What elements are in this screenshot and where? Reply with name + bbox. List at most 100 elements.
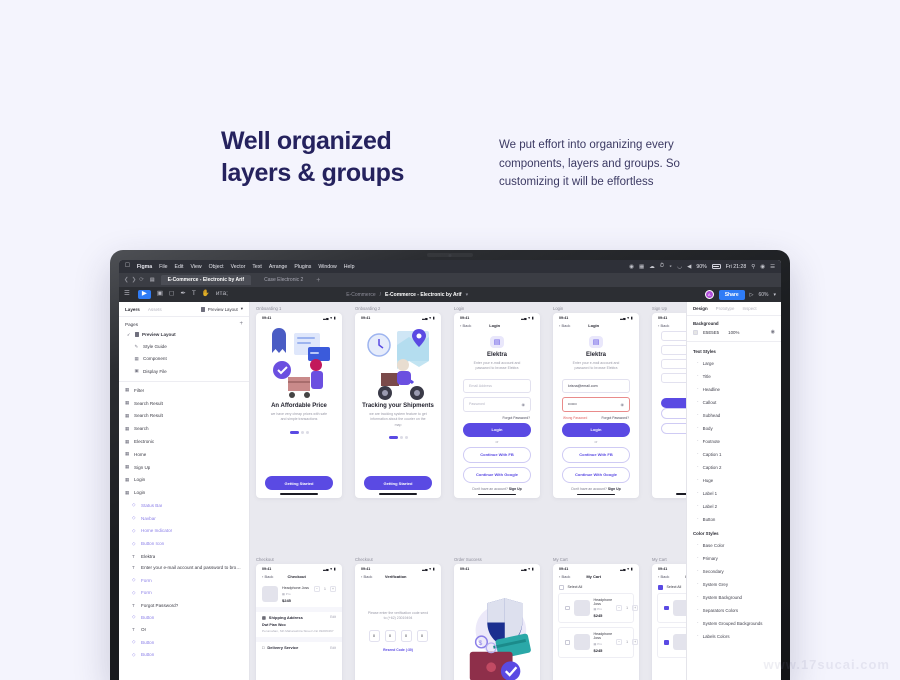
text-style-row[interactable]: · Large bbox=[687, 357, 781, 370]
page-item-style-guide[interactable]: ✎ Style Guide bbox=[119, 340, 249, 352]
layer-row[interactable]: T Forgot Password? bbox=[119, 599, 249, 611]
layer-row[interactable]: ◇ Button Icon bbox=[119, 537, 249, 550]
menu-text[interactable]: Text bbox=[252, 264, 262, 270]
tab-layers[interactable]: Layers bbox=[125, 307, 140, 312]
canvas-frame[interactable]: Onboarding 2 09:41 ▂▄ ▾ ▮ Tracking your Shi… bbox=[355, 306, 441, 498]
signup-field[interactable] bbox=[661, 359, 686, 369]
layer-row[interactable]: ◇ Button bbox=[119, 648, 249, 661]
text-style-row[interactable]: · Headline bbox=[687, 383, 781, 396]
decrement-button[interactable]: − bbox=[314, 586, 320, 592]
layer-row[interactable]: ◇ Status Bar bbox=[119, 499, 249, 512]
background-opacity[interactable]: 100% bbox=[728, 330, 739, 335]
back-button[interactable]: ‹ Back bbox=[559, 323, 570, 328]
file-tab-active[interactable]: E-Commerce - Electronic by Arif bbox=[160, 275, 252, 285]
layer-row[interactable]: ▦ Search Result bbox=[119, 410, 249, 423]
signup-link[interactable]: Sign Up bbox=[509, 487, 522, 491]
select-all-checkbox[interactable] bbox=[559, 585, 564, 590]
phone-screen[interactable]: 09:41 ▂▄ ▾ ▮ ‹ Back Verification Please ente… bbox=[355, 564, 441, 680]
text-style-row[interactable]: · Caption 2 bbox=[687, 461, 781, 474]
sidebar-toggle-icon[interactable]: ▤ bbox=[150, 277, 155, 283]
color-style-row[interactable]: · Primary bbox=[687, 552, 781, 565]
item-checkbox[interactable] bbox=[565, 605, 570, 610]
login-button[interactable]: Login bbox=[562, 422, 630, 437]
text-style-row[interactable]: · Label 1 bbox=[687, 487, 781, 500]
layer-row[interactable]: ◇ Button bbox=[119, 611, 249, 624]
menu-object[interactable]: Object bbox=[209, 264, 224, 270]
phone-screen[interactable]: 09:41 ▂▄ ▾ ▮ Tracking your Shipments we are… bbox=[355, 313, 441, 498]
file-tab-secondary[interactable]: Case Electronic 2 bbox=[257, 275, 310, 285]
layer-row[interactable]: ▦ Search bbox=[119, 422, 249, 435]
frame-name-label[interactable]: Login bbox=[454, 306, 540, 311]
layer-row[interactable]: ◇ Navbar bbox=[119, 512, 249, 525]
menu-arrange[interactable]: Arrange bbox=[269, 264, 287, 270]
back-button[interactable]: ‹ Back bbox=[658, 574, 669, 579]
frame-name-label[interactable]: Onboarding 2 bbox=[355, 306, 441, 311]
signup-field[interactable] bbox=[661, 345, 686, 355]
frame-name-label[interactable]: Onboarding 1 bbox=[256, 306, 342, 311]
zoom-chevron-icon[interactable]: ▾ bbox=[773, 292, 776, 298]
color-style-row[interactable]: · Separators Colors bbox=[687, 604, 781, 617]
layer-row[interactable]: ▦ Filter bbox=[119, 384, 249, 397]
layer-row[interactable]: ▦ Login bbox=[119, 473, 249, 486]
phone-screen[interactable]: 09:41▂▄ ▾ ▮ ‹ Back My Cart Select All Headph… bbox=[652, 564, 686, 680]
getting-started-button[interactable]: Getting Started bbox=[364, 476, 432, 491]
frame-name-label[interactable]: Order Success bbox=[454, 557, 540, 562]
layer-row[interactable]: ◇ Button bbox=[119, 636, 249, 649]
password-field[interactable]: ••••••• ◉ bbox=[562, 396, 630, 412]
text-style-row[interactable]: · Title bbox=[687, 370, 781, 383]
signup-fb-button[interactable] bbox=[661, 408, 686, 419]
decrement-button[interactable]: − bbox=[616, 604, 623, 611]
volume-icon[interactable]: ◀ bbox=[687, 264, 691, 270]
canvas-frame[interactable]: Checkout 09:41 ▂▄ ▾ ▮ ‹ Back Checkout Headpho… bbox=[256, 557, 342, 680]
tab-prototype[interactable]: Prototype bbox=[716, 306, 735, 311]
color-style-row[interactable]: · Base Color bbox=[687, 539, 781, 552]
tab-design[interactable]: Design bbox=[693, 306, 708, 311]
select-all-row[interactable]: Select All bbox=[553, 582, 639, 593]
otp-digit[interactable]: 0 bbox=[368, 629, 380, 642]
share-button[interactable]: Share bbox=[718, 289, 745, 300]
background-row[interactable]: E5E5E5 100% ◉ bbox=[687, 329, 781, 339]
visibility-eye-icon[interactable]: ◉ bbox=[771, 329, 775, 335]
back-arrow-icon[interactable]: ❮ bbox=[124, 277, 129, 283]
back-button[interactable]: ‹ Back bbox=[658, 323, 669, 328]
text-style-row[interactable]: · Callout bbox=[687, 396, 781, 409]
item-checkbox[interactable] bbox=[664, 640, 669, 645]
cart-item-row[interactable]: Headphone Joss▦ Pro$245−1+ bbox=[558, 592, 639, 623]
menu-window[interactable]: Window bbox=[318, 264, 336, 270]
quantity-stepper[interactable]: −1 + bbox=[616, 604, 639, 611]
item-checkbox[interactable] bbox=[664, 605, 669, 610]
text-style-row[interactable]: · Huge bbox=[687, 474, 781, 487]
layer-row[interactable]: ▦ Search Result bbox=[119, 397, 249, 410]
continue-with-fb-button[interactable]: Continue With FB bbox=[463, 446, 531, 463]
select-all-row[interactable]: Select All bbox=[652, 582, 686, 593]
reload-icon[interactable]: ⟳ bbox=[139, 277, 144, 283]
canvas-frame[interactable]: Sign Up 09:41▂▄ ▾ ▮ ‹ Back bbox=[652, 306, 686, 498]
otp-digit[interactable]: 0 bbox=[400, 629, 412, 642]
decrement-button[interactable]: − bbox=[616, 639, 623, 646]
menu-file[interactable]: File bbox=[159, 264, 167, 270]
frame-name-label[interactable]: Sign Up bbox=[652, 306, 686, 311]
text-style-row[interactable]: · Button bbox=[687, 513, 781, 526]
text-style-row[interactable]: · Subhead bbox=[687, 409, 781, 422]
canvas-frame[interactable]: Onboarding 1 09:41 ▂▄ ▾ ▮ An Affordable Pri… bbox=[256, 306, 342, 498]
apple-logo-icon[interactable]:  bbox=[125, 263, 130, 270]
continue-with-fb-button[interactable]: Continue With FB bbox=[562, 446, 630, 463]
menu-help[interactable]: Help bbox=[344, 264, 355, 270]
otp-digit[interactable]: 0 bbox=[416, 629, 428, 642]
layer-row[interactable]: ◇ Form bbox=[119, 587, 249, 600]
layer-row[interactable]: ◇ Form bbox=[119, 574, 249, 587]
tab-inspect[interactable]: Inspect bbox=[742, 306, 756, 311]
text-style-row[interactable]: · Label 2 bbox=[687, 500, 781, 513]
otp-digit[interactable]: 0 bbox=[384, 629, 396, 642]
back-button[interactable]: ‹ Back bbox=[262, 574, 273, 579]
cloud-icon[interactable]: ☁ bbox=[649, 264, 655, 270]
phone-screen[interactable]: 09:41 ▂▄ ▾ ▮ An Affordable Price we have ve… bbox=[256, 313, 342, 498]
cart-item-row[interactable]: Headphone Joss▦ Pro$245−1+ bbox=[657, 592, 686, 623]
canvas-frame[interactable]: Order Success 09:41 ▂▄ ▾ ▮ $ bbox=[454, 557, 540, 680]
quantity-stepper[interactable]: −1 + bbox=[616, 639, 639, 646]
back-button[interactable]: ‹ Back bbox=[559, 574, 570, 579]
eye-icon[interactable]: ◉ bbox=[621, 402, 625, 407]
move-tool-icon[interactable]: ▶ bbox=[137, 289, 151, 300]
getting-started-button[interactable]: Getting Started bbox=[265, 476, 333, 491]
layer-row[interactable]: ▦ Home bbox=[119, 448, 249, 461]
